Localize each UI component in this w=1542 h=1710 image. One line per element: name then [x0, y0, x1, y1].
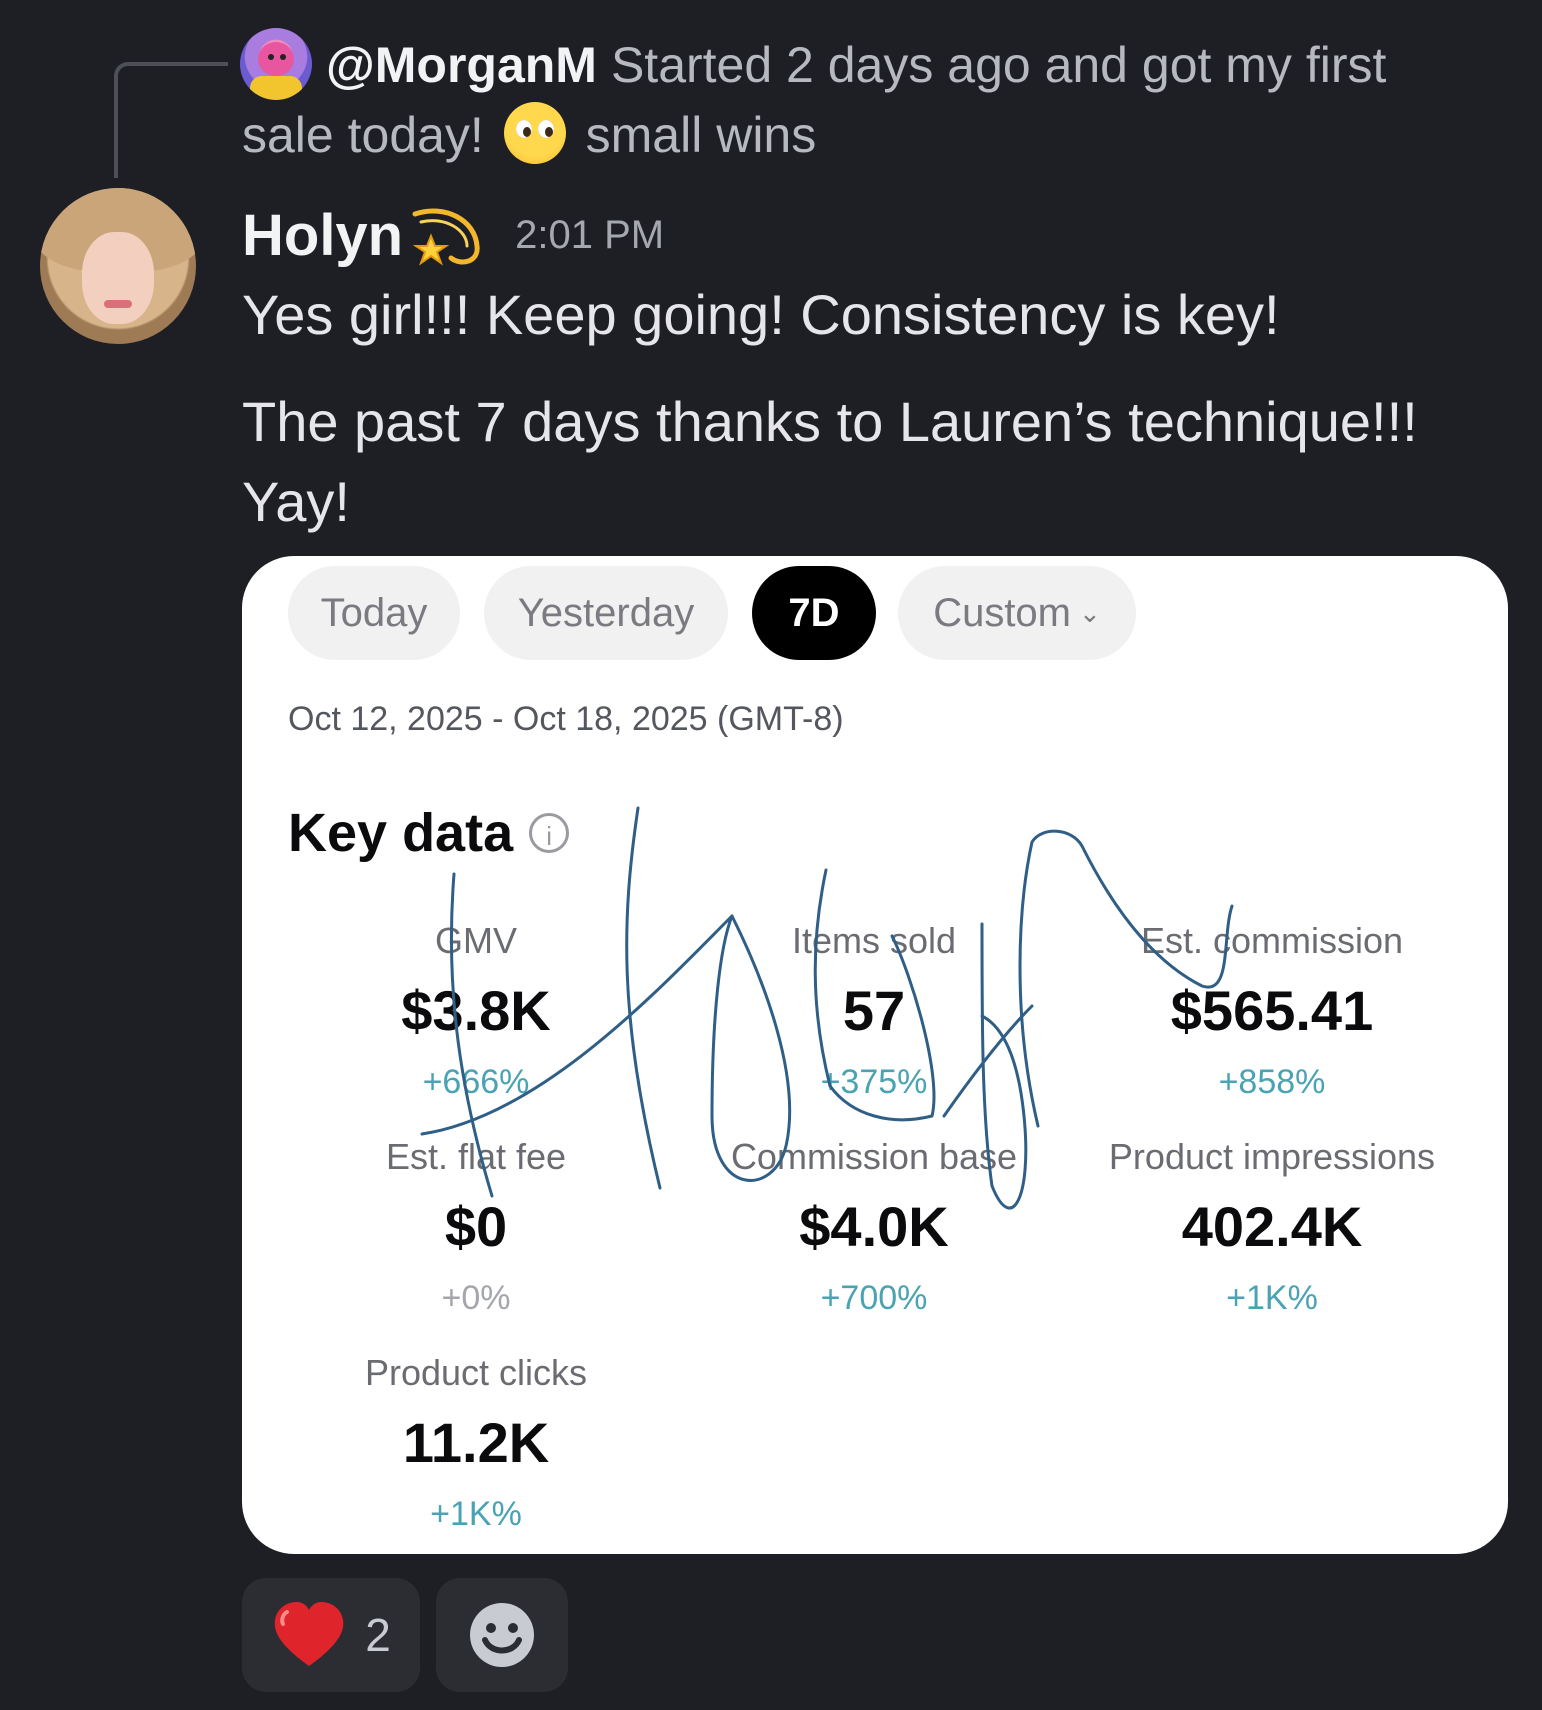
heart-icon — [274, 1602, 344, 1666]
metric-change: +1K% — [1226, 1279, 1318, 1317]
reaction-heart[interactable]: 2 — [242, 1578, 420, 1692]
reaction-count: 2 — [365, 1609, 391, 1661]
metric-value: $0 — [444, 1195, 508, 1258]
comet-icon — [412, 208, 480, 266]
pleading-face-icon — [503, 102, 566, 164]
metric-label: Items sold — [791, 920, 957, 961]
metric-change: +858% — [1218, 1063, 1326, 1101]
key-data-title: Key data i — [288, 802, 570, 864]
metric-gmv: GMV $3.8K +666% — [276, 920, 676, 1102]
metric-label: Product clicks — [364, 1352, 588, 1393]
metric-value: 57 — [842, 979, 906, 1042]
message-text-line2: The past 7 days thanks to Lauren’s techn… — [242, 390, 1418, 533]
filter-label: Yesterday — [517, 590, 695, 635]
metric-change: +375% — [820, 1063, 928, 1101]
key-data-title-text: Key data — [288, 803, 514, 863]
metric-change: +1K% — [430, 1495, 522, 1533]
attached-image-card[interactable]: Today Yesterday 7D Custom ⌄ Oct 12, 2025 … — [242, 556, 1508, 1554]
filter-custom: Custom ⌄ — [898, 566, 1136, 660]
metric-items-sold: Items sold 57 +375% — [674, 920, 1074, 1102]
metric-label: Commission base — [730, 1136, 1018, 1177]
message-timestamp: 2:01 PM — [515, 212, 665, 257]
reply-preview[interactable]: @MorganM Started 2 days ago and got my fi… — [242, 30, 1452, 170]
filter-7d: 7D — [752, 566, 876, 660]
smile-icon — [470, 1603, 534, 1667]
filter-yesterday: Yesterday — [484, 566, 728, 660]
metric-product-clicks: Product clicks 11.2K +1K% — [276, 1352, 676, 1534]
message-text-line1: Yes girl!!! Keep going! Consistency is k… — [242, 283, 1280, 346]
metric-commission-base: Commission base $4.0K +700% — [674, 1136, 1074, 1318]
metric-value: $4.0K — [799, 1195, 949, 1258]
info-icon: i — [529, 813, 570, 853]
metric-change: +700% — [820, 1279, 928, 1317]
filter-label: 7D — [788, 590, 840, 635]
reply-connector-line — [114, 62, 228, 178]
metric-product-impressions: Product impressions 402.4K +1K% — [1072, 1136, 1472, 1318]
date-range: Oct 12, 2025 - Oct 18, 2025 (GMT-8) — [288, 700, 844, 738]
metric-value: $3.8K — [401, 979, 551, 1042]
metric-value: 402.4K — [1181, 1195, 1363, 1258]
metric-est-flat-fee: Est. flat fee $0 +0% — [276, 1136, 676, 1318]
metric-value: 11.2K — [402, 1411, 550, 1474]
reply-text-after: small wins — [585, 107, 817, 163]
author-name[interactable]: Holyn — [242, 202, 403, 269]
filter-today: Today — [288, 566, 460, 660]
filter-label: Custom — [933, 590, 1071, 635]
chevron-down-icon: ⌄ — [1079, 597, 1101, 628]
message-header: Holyn 2:01 PM — [242, 196, 664, 274]
metric-label: Est. commission — [1140, 920, 1404, 961]
metric-change: +0% — [441, 1279, 511, 1317]
metric-label: Est. flat fee — [385, 1136, 567, 1177]
reply-username[interactable]: @MorganM — [326, 37, 597, 93]
metric-label: Product impressions — [1108, 1136, 1436, 1177]
filter-label: Today — [320, 590, 428, 635]
metric-est-commission: Est. commission $565.41 +858% — [1072, 920, 1472, 1102]
metric-value: $565.41 — [1170, 979, 1374, 1042]
add-reaction-button[interactable] — [436, 1578, 568, 1692]
author-avatar[interactable] — [40, 188, 196, 344]
metric-change: +666% — [422, 1063, 530, 1101]
metric-label: GMV — [434, 920, 517, 961]
